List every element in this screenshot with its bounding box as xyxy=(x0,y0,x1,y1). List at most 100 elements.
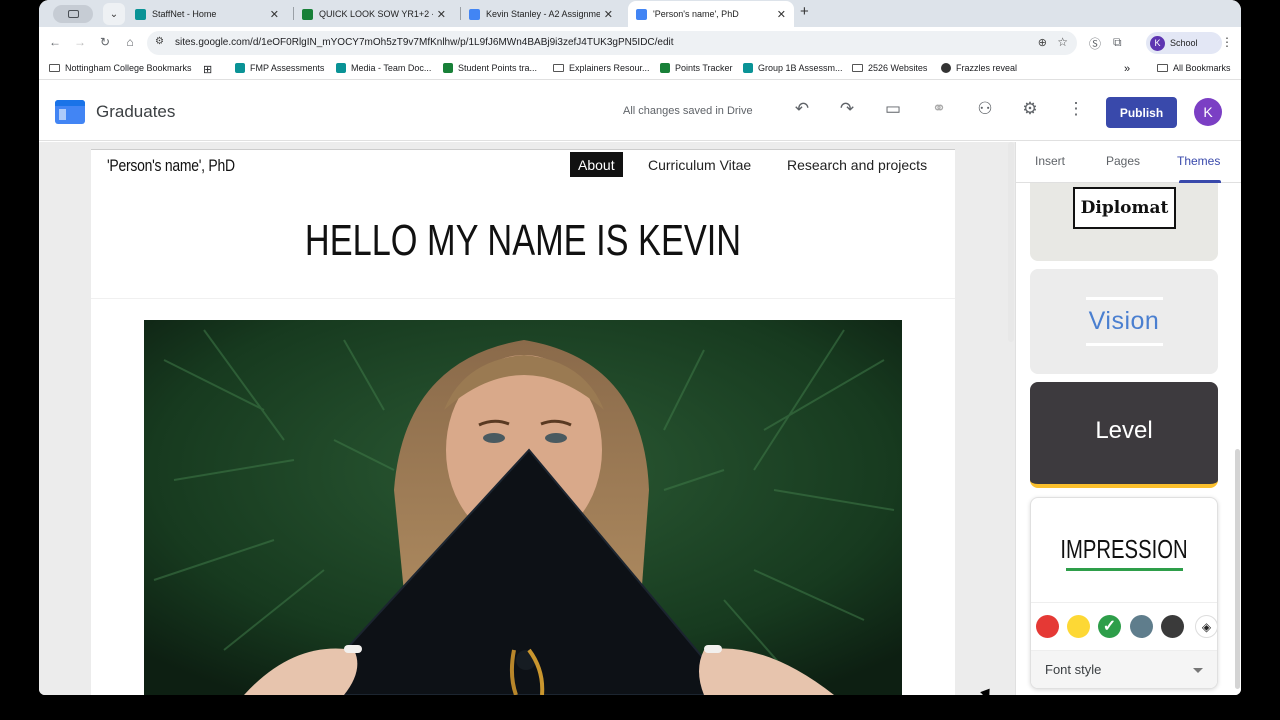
theme-card-vision[interactable]: Vision xyxy=(1030,269,1218,374)
apps-icon[interactable]: ⊞ xyxy=(203,63,212,76)
theme-name: Vision xyxy=(1088,307,1160,335)
bookmark[interactable]: FMP Assessments xyxy=(235,63,324,73)
close-tab-icon[interactable]: ✕ xyxy=(270,8,279,21)
more-vert-icon[interactable]: ⋮ xyxy=(1065,99,1087,119)
color-swatches: ◈ xyxy=(1031,602,1217,650)
settings-gear-icon[interactable]: ⚙ xyxy=(1019,99,1041,119)
nav-link-about[interactable]: About xyxy=(570,152,623,177)
bookmark[interactable]: Media - Team Doc... xyxy=(336,63,431,73)
bookmark[interactable]: Points Tracker xyxy=(660,63,733,73)
home-icon[interactable]: ⌂ xyxy=(122,35,138,49)
tab-pages[interactable]: Pages xyxy=(1106,154,1140,168)
canvas-scrollbar[interactable] xyxy=(1008,142,1014,342)
extensions-puzzle-icon[interactable]: ⧉ xyxy=(1113,35,1122,50)
tab-themes[interactable]: Themes xyxy=(1177,154,1220,168)
site-name[interactable]: Graduates xyxy=(96,102,175,122)
preview-devices-icon[interactable]: ▭ xyxy=(882,99,904,119)
bookmark-label: Points Tracker xyxy=(675,63,733,73)
nav-link-curriculum-vitae[interactable]: Curriculum Vitae xyxy=(648,157,751,173)
browser-tab-active[interactable]: 'Person's name', PhD ✕ xyxy=(628,1,794,27)
more-bookmarks-button[interactable]: » xyxy=(1124,63,1130,75)
sites-favicon-icon xyxy=(469,8,480,20)
forward-icon[interactable]: → xyxy=(72,35,88,49)
themes-list: Diplomat Vision Level IMPRESSION ✓ ◈ Fon… xyxy=(1016,183,1241,695)
site-favicon-icon xyxy=(743,63,753,73)
theme-accent-underline xyxy=(1066,568,1183,571)
theme-card-diplomat[interactable]: Diplomat xyxy=(1030,183,1218,261)
more-bookmarks-label: » xyxy=(1124,63,1131,75)
folder-icon xyxy=(49,64,60,72)
save-status: All changes saved in Drive xyxy=(623,105,753,117)
site-favicon-icon xyxy=(941,63,951,73)
reload-icon[interactable]: ↻ xyxy=(97,35,113,49)
bookmark-label: Media - Team Doc... xyxy=(351,63,432,73)
profile-chip[interactable]: K School xyxy=(1146,32,1222,54)
bookmark-folder[interactable]: Explainers Resour... xyxy=(553,63,650,73)
editor-canvas: 'Person's name', PhD About Curriculum Vi… xyxy=(39,142,1015,695)
tab-search-button[interactable] xyxy=(53,5,93,23)
bookmark[interactable]: Group 1B Assessm... xyxy=(743,63,843,73)
share-person-icon[interactable]: ⚇ xyxy=(974,99,996,119)
theme-card-level[interactable]: Level xyxy=(1030,382,1218,488)
theme-card-impression[interactable]: IMPRESSION ◈ Font style xyxy=(1030,497,1218,689)
browser-tab[interactable]: Kevin Stanley - A2 Assignmen ✕ xyxy=(461,1,621,27)
site-page[interactable]: 'Person's name', PhD About Curriculum Vi… xyxy=(91,150,955,695)
tab-list-button[interactable]: ⌄ xyxy=(103,3,125,25)
graduate-photo[interactable] xyxy=(144,320,902,695)
close-tab-icon[interactable]: ✕ xyxy=(777,8,786,21)
bookmark-folder[interactable]: Nottingham College Bookmarks xyxy=(49,63,192,73)
site-favicon-icon xyxy=(235,63,245,73)
redo-icon[interactable]: ↷ xyxy=(836,99,858,119)
bookmark-label: Explainers Resour... xyxy=(569,63,650,73)
swatch-red[interactable] xyxy=(1036,615,1059,638)
theme-name: Level xyxy=(1095,417,1153,444)
google-sites-logo-icon[interactable] xyxy=(55,100,85,124)
theme-decor-line xyxy=(1086,343,1163,346)
site-info-icon[interactable]: ⚙ xyxy=(155,36,164,47)
font-style-dropdown[interactable]: Font style xyxy=(1031,650,1217,688)
swatch-yellow[interactable] xyxy=(1067,615,1090,638)
browser-menu-icon[interactable]: ⋮ xyxy=(1221,35,1233,49)
account-avatar[interactable]: K xyxy=(1194,98,1222,126)
browser-tab[interactable]: QUICK LOOK SOW YR1+2 - G ✕ xyxy=(294,1,454,27)
extension-icon[interactable]: Ⓢ xyxy=(1089,35,1101,52)
bookmark-label: Nottingham College Bookmarks xyxy=(65,63,192,73)
panel-tabs: Insert Pages Themes xyxy=(1016,142,1241,183)
staffnet-favicon-icon xyxy=(135,8,146,20)
dropdown-arrow-icon xyxy=(1193,668,1203,673)
custom-color-paint-icon[interactable]: ◈ xyxy=(1195,615,1217,638)
swatch-slate[interactable] xyxy=(1130,615,1153,638)
url-text[interactable]: sites.google.com/d/1eOF0RlgIN_mYOCY7mOh5… xyxy=(175,37,674,48)
browser-tab[interactable]: StaffNet - Home ✕ xyxy=(127,1,287,27)
bookmark[interactable]: Frazzles reveal xyxy=(941,63,1017,73)
bookmark-star-icon[interactable]: ☆ xyxy=(1057,35,1068,49)
close-tab-icon[interactable]: ✕ xyxy=(437,8,446,21)
close-tab-icon[interactable]: ✕ xyxy=(604,8,613,21)
swatch-green-selected[interactable] xyxy=(1098,615,1121,638)
tab-title: QUICK LOOK SOW YR1+2 - G xyxy=(319,9,433,19)
bookmark-label: Frazzles reveal xyxy=(956,63,1018,73)
site-page-title[interactable]: 'Person's name', PhD xyxy=(107,156,235,176)
tab-insert[interactable]: Insert xyxy=(1035,154,1065,168)
publish-button[interactable]: Publish xyxy=(1106,97,1177,128)
bookmark-label: 2526 Websites xyxy=(868,63,928,73)
profile-label: School xyxy=(1170,38,1198,48)
swatch-dark[interactable] xyxy=(1161,615,1184,638)
nav-link-research-projects[interactable]: Research and projects xyxy=(787,157,927,173)
all-bookmarks-folder[interactable]: All Bookmarks xyxy=(1157,63,1231,73)
link-icon[interactable]: ⚭ xyxy=(928,99,950,119)
zoom-icon[interactable]: ⊕ xyxy=(1038,36,1047,49)
folder-icon xyxy=(1157,64,1168,72)
bookmark[interactable]: Student Points tra... xyxy=(443,63,537,73)
back-icon[interactable]: ← xyxy=(47,35,63,49)
hero-title[interactable]: HELLO MY NAME IS KEVIN xyxy=(186,216,860,266)
tab-title: StaffNet - Home xyxy=(152,9,217,19)
site-favicon-icon xyxy=(336,63,346,73)
section-divider xyxy=(91,298,955,299)
new-tab-button[interactable]: + xyxy=(800,3,809,20)
undo-icon[interactable]: ↶ xyxy=(791,99,813,119)
sheets-favicon-icon xyxy=(660,63,670,73)
bookmark-folder[interactable]: 2526 Websites xyxy=(852,63,927,73)
address-bar[interactable]: ⚙ sites.google.com/d/1eOF0RlgIN_mYOCY7mO… xyxy=(147,31,1077,55)
panel-scrollbar[interactable] xyxy=(1235,449,1240,689)
